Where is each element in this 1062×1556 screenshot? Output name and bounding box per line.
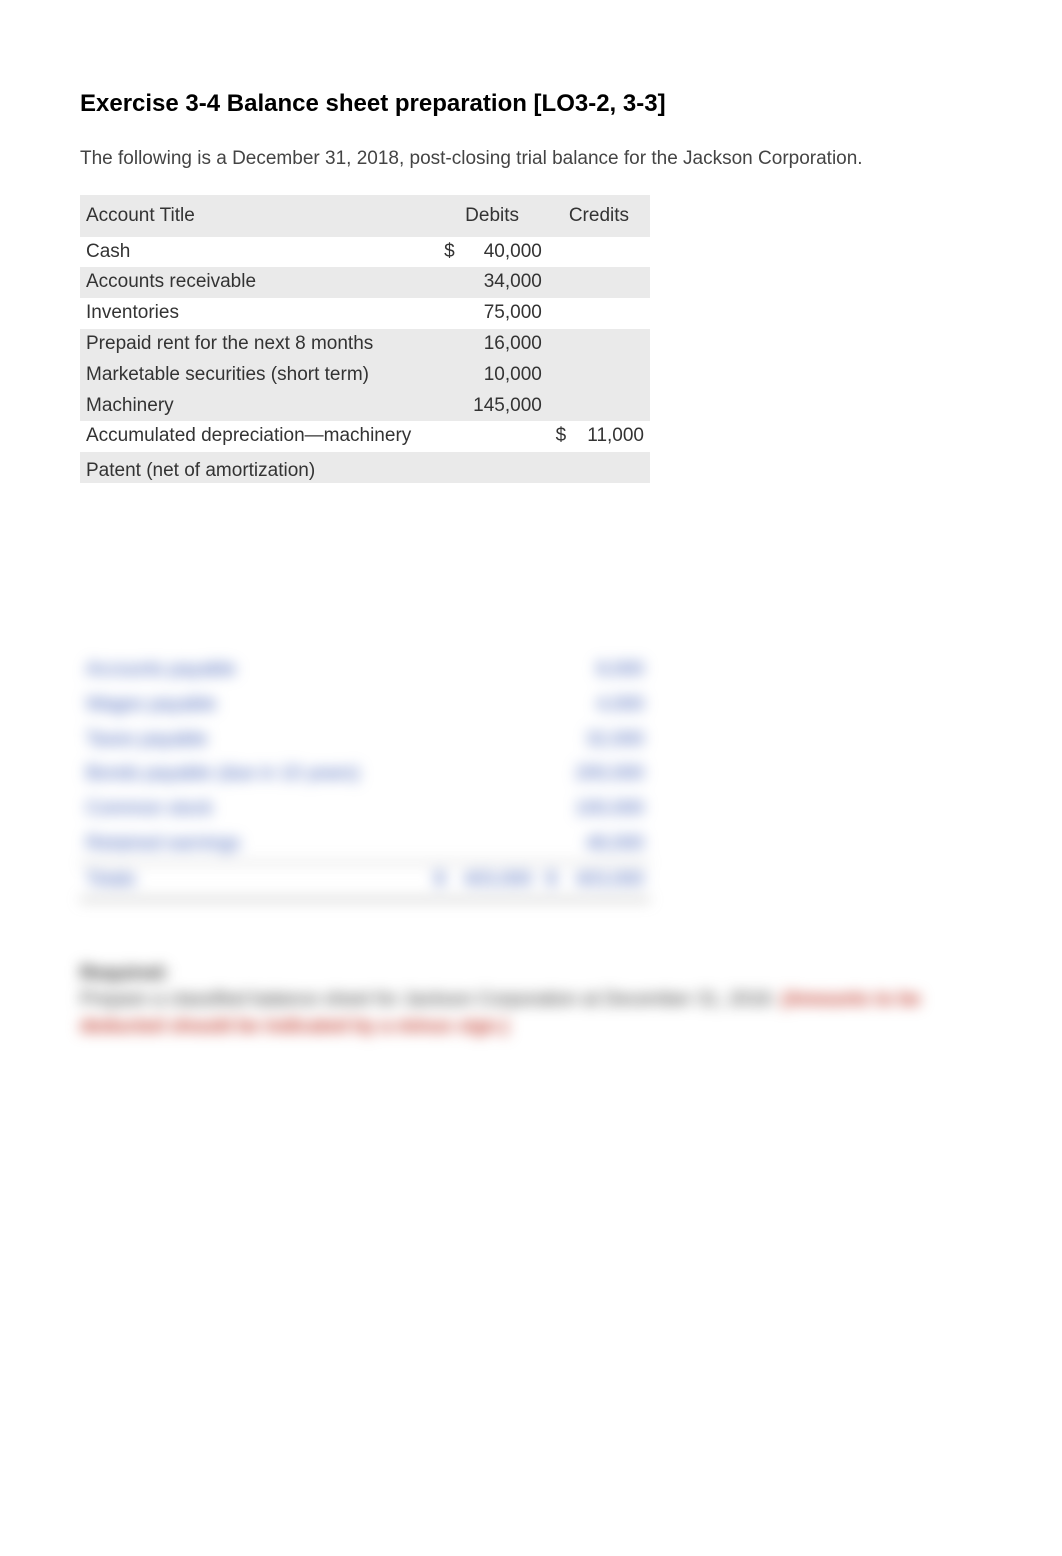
table-row: Machinery 145,000: [80, 391, 650, 422]
credit-value: 4,000: [563, 688, 650, 723]
col-header-account: Account Title: [80, 195, 436, 237]
debit-value: 403,000: [451, 862, 538, 899]
table-row: Prepaid rent for the next 8 months 16,00…: [80, 329, 650, 360]
blurred-region: Accounts payable 8,000 Wages payable 4,0…: [80, 653, 982, 901]
account-title: Taxes payable: [80, 723, 426, 758]
totals-label: Totals: [80, 862, 426, 899]
account-title: Cash: [80, 237, 436, 268]
table-row: Inventories 75,000: [80, 298, 650, 329]
totals-row: Totals $ 403,000 $ 403,000: [80, 862, 650, 899]
credit-currency: $: [538, 862, 562, 899]
credit-value: 8,000: [563, 653, 650, 688]
credit-value: [572, 391, 650, 422]
table-row: Cash $ 40,000: [80, 237, 650, 268]
required-text: Prepare a classified balance sheet for J…: [80, 989, 781, 1010]
credit-value: [572, 360, 650, 391]
account-title: Retained earnings: [80, 827, 426, 862]
credit-currency: [548, 360, 572, 391]
credit-currency: [548, 298, 572, 329]
account-title: Patent (net of amortization): [86, 460, 315, 481]
account-title: Common stock: [80, 792, 426, 827]
credit-value: 48,000: [563, 827, 650, 862]
debit-currency: $: [436, 237, 460, 268]
table-row: Common stock 100,000: [80, 792, 650, 827]
required-note: (Amounts to be deducted should be indica…: [80, 989, 921, 1037]
account-title: Wages payable: [80, 688, 426, 723]
trial-balance-table: Account Title Debits Credits Cash $ 40,0…: [80, 195, 650, 483]
table-row: Wages payable 4,000: [80, 688, 650, 723]
credit-value: 32,000: [563, 723, 650, 758]
account-title: Prepaid rent for the next 8 months: [80, 329, 436, 360]
credit-currency: [548, 391, 572, 422]
table-row: Bonds payable (due in 10 years) 200,000: [80, 757, 650, 792]
credit-value: [572, 298, 650, 329]
credit-value: 403,000: [563, 862, 650, 899]
debit-currency: [436, 391, 460, 422]
credit-currency: [548, 237, 572, 268]
table-row-cutoff: Patent (net of amortization): [80, 452, 650, 483]
table-row: Accounts payable 8,000: [80, 653, 650, 688]
account-title: Accounts receivable: [80, 267, 436, 298]
debit-value: 34,000: [461, 267, 548, 298]
account-title: Inventories: [80, 298, 436, 329]
table-row: Marketable securities (short term) 10,00…: [80, 360, 650, 391]
debit-currency: [436, 360, 460, 391]
debit-value: [461, 421, 548, 452]
col-header-debits: Debits: [436, 195, 548, 237]
debit-value: 145,000: [461, 391, 548, 422]
account-title: Bonds payable (due in 10 years): [80, 757, 426, 792]
debit-value: 16,000: [461, 329, 548, 360]
account-title: Accumulated depreciation—machinery: [80, 421, 436, 452]
account-title: Marketable securities (short term): [80, 360, 436, 391]
exercise-title: Exercise 3-4 Balance sheet preparation […: [80, 90, 982, 118]
required-heading: Required:: [80, 961, 960, 988]
debit-value: 40,000: [461, 237, 548, 268]
required-block: Required: Prepare a classified balance s…: [80, 961, 960, 1041]
account-title: Accounts payable: [80, 653, 426, 688]
credit-currency: [548, 267, 572, 298]
debit-currency: [436, 421, 460, 452]
table-row: Taxes payable 32,000: [80, 723, 650, 758]
credit-currency: $: [548, 421, 572, 452]
credit-value: 200,000: [563, 757, 650, 792]
debit-currency: [436, 298, 460, 329]
table-row: Accumulated depreciation—machinery $ 11,…: [80, 421, 650, 452]
debit-currency: [436, 329, 460, 360]
debit-currency: $: [426, 862, 450, 899]
table-row: Retained earnings 48,000: [80, 827, 650, 862]
debit-value: 75,000: [461, 298, 548, 329]
credit-value: [572, 329, 650, 360]
blurred-table: Accounts payable 8,000 Wages payable 4,0…: [80, 653, 650, 901]
table-row: Accounts receivable 34,000: [80, 267, 650, 298]
account-title: Machinery: [80, 391, 436, 422]
credit-currency: [548, 329, 572, 360]
credit-value: 100,000: [563, 792, 650, 827]
exercise-intro: The following is a December 31, 2018, po…: [80, 146, 960, 173]
debit-value: 10,000: [461, 360, 548, 391]
credit-value: [572, 267, 650, 298]
credit-value: [572, 237, 650, 268]
credit-value: 11,000: [572, 421, 650, 452]
debit-currency: [436, 267, 460, 298]
col-header-credits: Credits: [548, 195, 650, 237]
